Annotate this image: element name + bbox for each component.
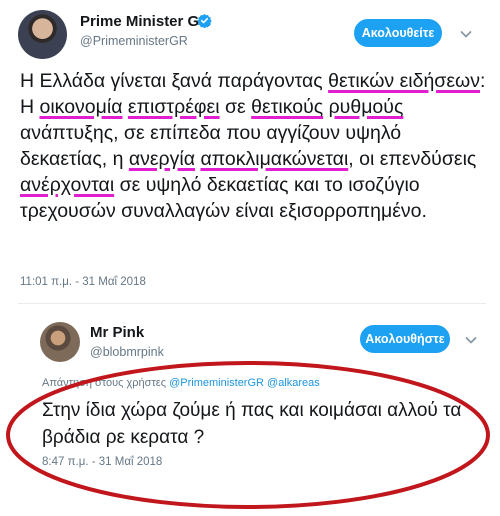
- timestamp[interactable]: 8:47 π.μ. - 31 Μαΐ 2018: [42, 456, 162, 468]
- display-name[interactable]: Prime Minister GR: [80, 13, 210, 30]
- text-segment: , οι επενδύσεις: [348, 148, 477, 170]
- chevron-down-icon[interactable]: [459, 27, 473, 41]
- handle[interactable]: @blobmrpink: [90, 345, 164, 359]
- timestamp[interactable]: 11:01 π.μ. - 31 Μαΐ 2018: [20, 276, 146, 288]
- main-tweet: Prime Minister GR @PrimeministerGR Ακολο…: [0, 0, 500, 300]
- highlighted-word: οικονομία: [39, 96, 123, 118]
- highlighted-word: θετικών ειδήσεων: [328, 70, 481, 92]
- replying-to: Απάντηση στους χρήστες @PrimeministerGR …: [42, 377, 320, 389]
- mention-links[interactable]: @PrimeministerGR @alkareas: [169, 377, 320, 389]
- avatar[interactable]: [18, 10, 67, 59]
- handle[interactable]: @PrimeministerGR: [80, 34, 188, 48]
- follow-button[interactable]: Ακολουθήστε: [360, 325, 450, 353]
- display-name[interactable]: Mr Pink: [90, 324, 144, 341]
- avatar[interactable]: [40, 322, 80, 362]
- verified-badge-icon: [197, 13, 212, 28]
- chevron-down-icon[interactable]: [464, 333, 478, 347]
- highlighted-word: ανεργία: [128, 148, 196, 170]
- highlighted-word: θετικούς: [251, 96, 324, 118]
- tweet-text: Η Ελλάδα γίνεται ξανά παράγοντας θετικών…: [20, 68, 490, 224]
- replying-to-label: Απάντηση στους χρήστες: [42, 377, 167, 389]
- text-segment: Η Ελλάδα γίνεται ξανά παράγοντας: [20, 70, 329, 92]
- highlighted-word: επιστρέφει: [127, 96, 220, 118]
- text-segment: σε: [219, 96, 252, 118]
- highlighted-word: ανέρχονται: [20, 174, 115, 196]
- highlighted-word: αποκλιμακώνεται: [200, 148, 349, 170]
- reply-text: Στην ίδια χώρα ζούμε ή πας και κοιμάσαι …: [42, 400, 462, 448]
- highlighted-word: ρυθμούς: [328, 96, 404, 118]
- following-button[interactable]: Ακολουθείτε: [354, 19, 442, 47]
